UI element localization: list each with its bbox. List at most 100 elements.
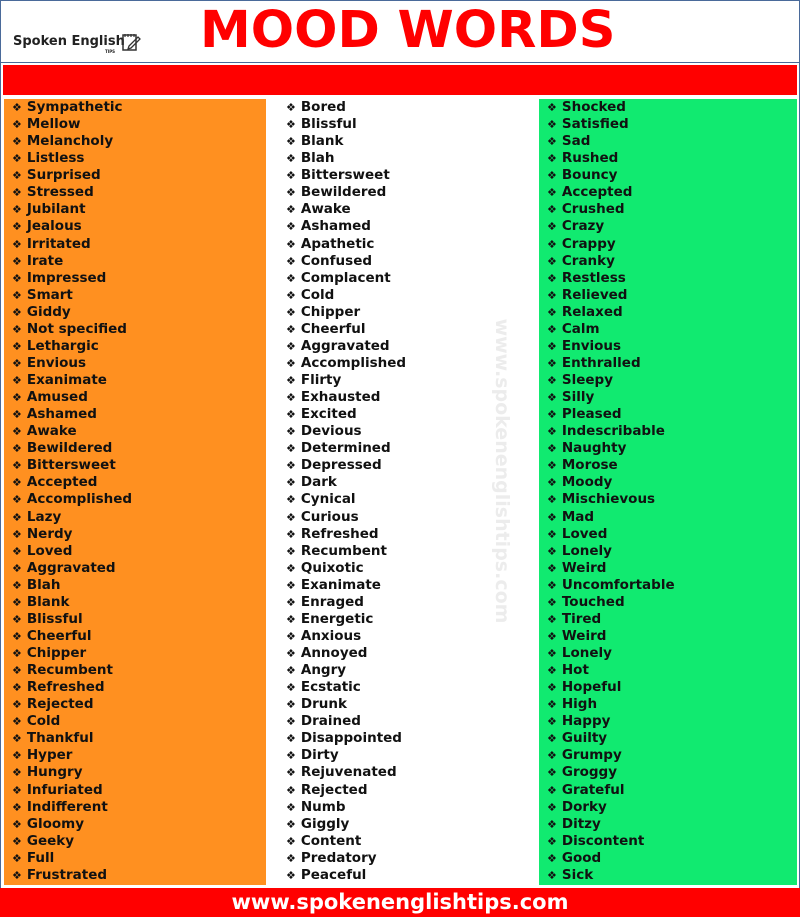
list-item: ❖ Rejected — [12, 696, 132, 713]
mood-word: Dark — [300, 474, 337, 491]
mood-word: Bittersweet — [26, 457, 116, 474]
mood-word: Relieved — [561, 286, 628, 303]
list-item: ❖ Thankful — [12, 730, 132, 747]
diamond-bullet-icon: ❖ — [286, 425, 296, 439]
list-item: ❖ Accepted — [12, 474, 132, 491]
mood-word: Excited — [300, 406, 357, 423]
mood-word: Sleepy — [561, 372, 614, 388]
diamond-bullet-icon: ❖ — [12, 834, 22, 848]
list-item: ❖ Nerdy — [12, 526, 132, 543]
list-item: ❖ Giggly — [286, 816, 406, 833]
mood-word: Naughty — [561, 440, 627, 457]
mood-word: Bouncy — [561, 167, 618, 184]
diamond-bullet-icon: ❖ — [547, 561, 557, 575]
list-item: ❖ Cheerful — [286, 321, 406, 338]
diamond-bullet-icon: ❖ — [12, 152, 22, 166]
list-item: ❖ Grumpy — [547, 747, 675, 764]
list-item: ❖ Blissful — [286, 116, 406, 133]
mood-word: Lonely — [561, 542, 612, 559]
list-item: ❖ Irate — [12, 253, 132, 270]
diamond-bullet-icon: ❖ — [286, 322, 296, 336]
diamond-bullet-icon: ❖ — [286, 271, 296, 285]
diamond-bullet-icon: ❖ — [547, 629, 557, 643]
diamond-bullet-icon: ❖ — [286, 732, 296, 746]
mood-word: Weird — [561, 627, 607, 644]
list-item: ❖ Curious — [286, 509, 406, 526]
list-item: ❖ Accomplished — [12, 491, 132, 508]
diamond-bullet-icon: ❖ — [286, 476, 296, 490]
list-item: ❖ Stressed — [12, 184, 132, 201]
diamond-bullet-icon: ❖ — [286, 715, 296, 729]
list-item: ❖ Calm — [547, 321, 675, 338]
list-item: ❖ Rushed — [547, 150, 675, 167]
list-item: ❖ Irritated — [12, 236, 132, 253]
list-item: ❖ Indescribable — [547, 423, 675, 440]
list-item: ❖ Aggravated — [12, 560, 132, 577]
list-item: ❖ Bewildered — [286, 184, 406, 201]
mood-word: Cold — [26, 713, 61, 730]
list-item: ❖ Relaxed — [547, 304, 675, 321]
diamond-bullet-icon: ❖ — [286, 408, 296, 422]
mood-word: Ashamed — [300, 218, 371, 235]
list-item: ❖ Jubilant — [12, 201, 132, 218]
diamond-bullet-icon: ❖ — [12, 135, 22, 149]
mood-word: Drunk — [300, 696, 347, 713]
list-item: ❖ Lazy — [12, 509, 132, 526]
list-item: ❖ Chipper — [12, 645, 132, 662]
diamond-bullet-icon: ❖ — [286, 595, 296, 609]
diamond-bullet-icon: ❖ — [547, 766, 557, 780]
diamond-bullet-icon: ❖ — [547, 715, 557, 729]
mood-word: Irritated — [26, 235, 91, 252]
diamond-bullet-icon: ❖ — [547, 612, 557, 626]
mood-word: Not specified — [26, 320, 127, 337]
diamond-bullet-icon: ❖ — [547, 664, 557, 678]
diamond-bullet-icon: ❖ — [286, 288, 296, 302]
mood-word: Depressed — [300, 457, 382, 474]
diamond-bullet-icon: ❖ — [286, 527, 296, 541]
list-item: ❖ Rejuvenated — [286, 764, 406, 781]
diamond-bullet-icon: ❖ — [547, 749, 557, 763]
list-item: ❖ Shocked — [547, 99, 675, 116]
diamond-bullet-icon: ❖ — [547, 203, 557, 217]
list-item: ❖ Indifferent — [12, 799, 132, 816]
list-item: ❖ Happy — [547, 713, 675, 730]
diamond-bullet-icon: ❖ — [547, 305, 557, 319]
mood-word: Guilty — [561, 730, 608, 747]
mood-word: Geeky — [26, 832, 75, 849]
diamond-bullet-icon: ❖ — [286, 237, 296, 251]
mood-word: Bittersweet — [300, 167, 390, 184]
diamond-bullet-icon: ❖ — [286, 698, 296, 712]
diamond-bullet-icon: ❖ — [286, 493, 296, 507]
list-item: ❖ Bittersweet — [286, 167, 406, 184]
mood-word: Blissful — [300, 116, 357, 133]
header: Spoken English TIPS MOOD WORDS — [0, 0, 800, 63]
list-item: ❖ Giddy — [12, 304, 132, 321]
mood-word: Exanimate — [300, 576, 381, 593]
list-item: ❖ Flirty — [286, 372, 406, 389]
diamond-bullet-icon: ❖ — [547, 425, 557, 439]
mood-word: Mellow — [26, 116, 81, 133]
mood-word: Peaceful — [300, 866, 367, 883]
list-item: ❖ Sleepy — [547, 372, 675, 389]
diamond-bullet-icon: ❖ — [286, 118, 296, 132]
diamond-bullet-icon: ❖ — [547, 868, 557, 882]
list-item: ❖ Dorky — [547, 799, 675, 816]
list-item: ❖ Hyper — [12, 747, 132, 764]
diamond-bullet-icon: ❖ — [547, 254, 557, 268]
list-item: ❖ Excited — [286, 406, 406, 423]
list-item: ❖ Amused — [12, 389, 132, 406]
diamond-bullet-icon: ❖ — [547, 374, 557, 387]
diamond-bullet-icon: ❖ — [12, 322, 22, 336]
diamond-bullet-icon: ❖ — [547, 408, 557, 422]
list-item: ❖ Ditzy — [547, 816, 675, 833]
mood-word: Frustrated — [26, 866, 108, 883]
mood-word: Moody — [561, 474, 613, 491]
mood-word: Flirty — [300, 372, 342, 388]
mood-word: Irate — [26, 252, 64, 269]
page-title: MOOD WORDS — [200, 1, 616, 60]
mood-word: Devious — [300, 423, 362, 440]
diamond-bullet-icon: ❖ — [286, 101, 296, 114]
list-item: ❖ Melancholy — [12, 133, 132, 150]
list-item: ❖ Refreshed — [286, 526, 406, 543]
diamond-bullet-icon: ❖ — [286, 169, 296, 183]
